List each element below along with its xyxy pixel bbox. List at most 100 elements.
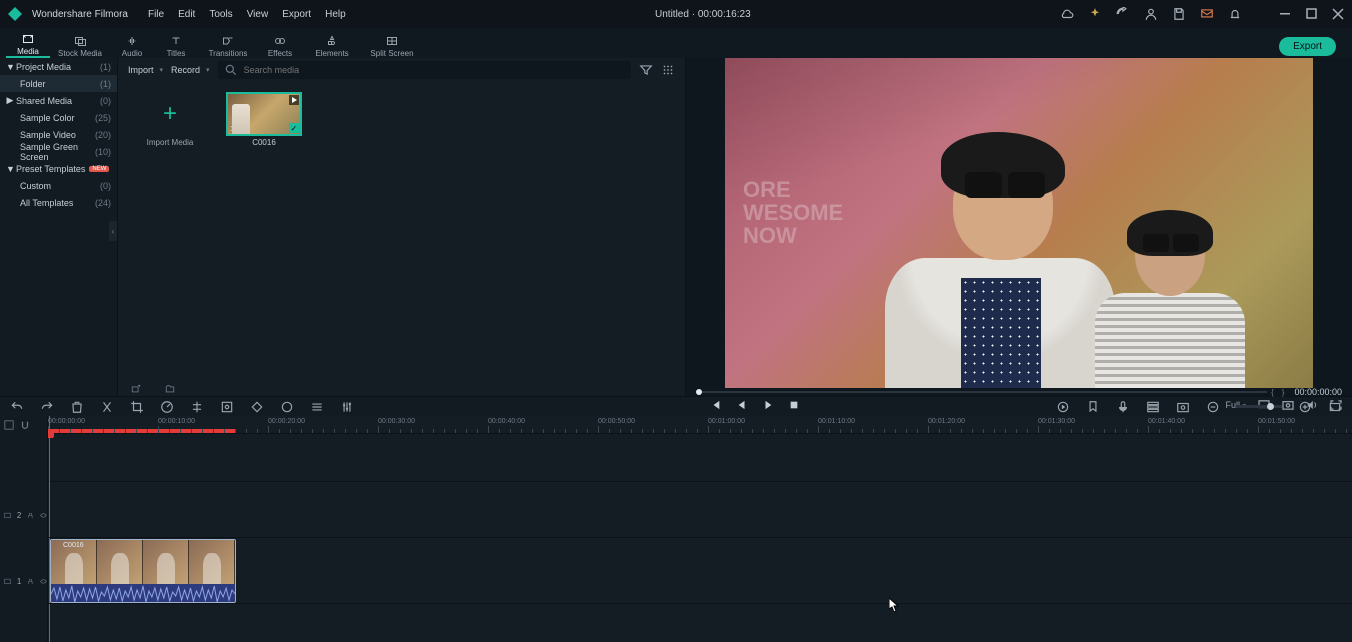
eye-icon[interactable] bbox=[40, 578, 47, 585]
mask-icon[interactable] bbox=[280, 400, 294, 414]
tab-elements[interactable]: Elements bbox=[302, 28, 362, 58]
media-search-input[interactable] bbox=[244, 65, 625, 75]
media-search[interactable] bbox=[218, 61, 631, 79]
play-back-icon[interactable] bbox=[736, 400, 748, 410]
side-tree-item[interactable]: Folder(1) bbox=[0, 75, 117, 92]
record-dropdown[interactable]: Record▾ bbox=[171, 65, 210, 75]
tab-media[interactable]: Media bbox=[6, 28, 50, 58]
search-icon bbox=[224, 63, 238, 77]
chevron-down-icon: ▾ bbox=[160, 66, 164, 74]
preview-pane: ORE WESOME NOW { } 00:00:00:00 bbox=[686, 58, 1352, 396]
track-header-1[interactable]: 1 bbox=[0, 548, 47, 614]
eye-icon[interactable] bbox=[40, 512, 47, 519]
render-icon[interactable] bbox=[1056, 400, 1070, 414]
step-back-icon[interactable] bbox=[710, 400, 722, 410]
filter-icon[interactable] bbox=[639, 63, 653, 77]
keyframe-icon[interactable] bbox=[250, 400, 264, 414]
app-name: Wondershare Filmora bbox=[32, 9, 128, 20]
timeline-ruler[interactable]: 00:00:00:0000:00:10:0000:00:20:0000:00:3… bbox=[48, 416, 1352, 434]
side-tree-item[interactable]: All Templates(24) bbox=[0, 194, 117, 211]
tab-audio[interactable]: Audio bbox=[110, 28, 154, 58]
green-screen-icon[interactable] bbox=[220, 400, 234, 414]
timeline-options-icon[interactable] bbox=[4, 420, 14, 430]
collapse-sidepanel[interactable]: ‹ bbox=[109, 221, 117, 241]
refresh-icon[interactable] bbox=[1116, 7, 1130, 21]
menu-file[interactable]: File bbox=[148, 9, 164, 20]
ruler-label: 00:01:40:00 bbox=[1148, 418, 1185, 425]
timeline-track-headers: 2 1 bbox=[0, 416, 48, 642]
zoom-in-icon[interactable] bbox=[1298, 400, 1312, 414]
ai-sparkle-icon[interactable] bbox=[1088, 7, 1102, 21]
tab-stock-media[interactable]: Stock Media bbox=[50, 28, 110, 58]
zoom-slider-handle[interactable] bbox=[1267, 403, 1274, 410]
side-tree-item[interactable]: Sample Color(25) bbox=[0, 109, 117, 126]
window-minimize-icon[interactable] bbox=[1280, 8, 1292, 20]
track-header-2[interactable]: 2 bbox=[0, 482, 47, 548]
lock-icon[interactable] bbox=[27, 512, 34, 519]
side-tree-item[interactable]: ▶Shared Media(0) bbox=[0, 92, 117, 109]
side-tree-item[interactable]: ▼Preset TemplatesNEW bbox=[0, 160, 117, 177]
adjust-icon[interactable] bbox=[310, 400, 324, 414]
tab-effects[interactable]: Effects bbox=[258, 28, 302, 58]
import-media-tile[interactable]: + Import Media bbox=[132, 92, 208, 147]
track-film-icon bbox=[4, 512, 11, 519]
tab-titles[interactable]: Titles bbox=[154, 28, 198, 58]
marker-icon[interactable] bbox=[1086, 400, 1100, 414]
stop-icon[interactable] bbox=[788, 400, 800, 410]
message-icon[interactable] bbox=[1200, 7, 1214, 21]
lock-icon[interactable] bbox=[27, 578, 34, 585]
menu-view[interactable]: View bbox=[247, 9, 269, 20]
delete-icon[interactable] bbox=[70, 400, 84, 414]
scrubber-handle[interactable] bbox=[696, 389, 702, 395]
track-manager-icon[interactable] bbox=[1146, 400, 1160, 414]
split-icon[interactable] bbox=[100, 400, 114, 414]
menu-export[interactable]: Export bbox=[282, 9, 311, 20]
track-2[interactable] bbox=[48, 482, 1352, 538]
menu-tools[interactable]: Tools bbox=[209, 9, 232, 20]
zoom-fit-icon[interactable] bbox=[1328, 400, 1342, 414]
new-bin-icon[interactable] bbox=[130, 384, 142, 394]
tab-transitions[interactable]: Transitions bbox=[198, 28, 258, 58]
tab-split-screen[interactable]: Split Screen bbox=[362, 28, 422, 58]
side-tree-item[interactable]: Custom(0) bbox=[0, 177, 117, 194]
snapshot-icon[interactable] bbox=[1282, 400, 1294, 410]
zoom-slider[interactable] bbox=[1236, 405, 1282, 408]
magnet-icon[interactable] bbox=[20, 420, 30, 430]
track-1[interactable]: C0016 bbox=[48, 538, 1352, 604]
account-icon[interactable] bbox=[1144, 7, 1158, 21]
media-clip-tile[interactable]: 17s ✓ C0016 bbox=[226, 92, 302, 147]
timeline-tracks[interactable]: 00:00:00:0000:00:10:0000:00:20:0000:00:3… bbox=[48, 416, 1352, 642]
voice-icon[interactable] bbox=[1116, 400, 1130, 414]
bell-icon[interactable] bbox=[1228, 7, 1242, 21]
menu-edit[interactable]: Edit bbox=[178, 9, 195, 20]
side-tree-item[interactable]: Sample Video(20) bbox=[0, 126, 117, 143]
side-tree-item[interactable]: Sample Green Screen(10) bbox=[0, 143, 117, 160]
ruler-label: 00:01:50:00 bbox=[1258, 418, 1295, 425]
snapshot-tl-icon[interactable] bbox=[1176, 400, 1190, 414]
cloud-icon[interactable] bbox=[1060, 7, 1074, 21]
preview-video[interactable]: ORE WESOME NOW bbox=[725, 58, 1313, 388]
ruler-label: 00:00:30:00 bbox=[378, 418, 415, 425]
zoom-out-icon[interactable] bbox=[1206, 400, 1220, 414]
media-panel: Import▾ Record▾ + Import Media 17s ✓ bbox=[118, 58, 686, 396]
grid-view-icon[interactable] bbox=[661, 63, 675, 77]
audio-mixer-icon[interactable] bbox=[340, 400, 354, 414]
undo-icon[interactable] bbox=[10, 400, 24, 414]
clip-waveform bbox=[51, 584, 235, 603]
redo-icon[interactable] bbox=[40, 400, 54, 414]
preview-scrubber[interactable] bbox=[696, 391, 1267, 393]
window-maximize-icon[interactable] bbox=[1306, 8, 1318, 20]
color-icon[interactable] bbox=[190, 400, 204, 414]
side-tree-item[interactable]: ▼Project Media(1) bbox=[0, 58, 117, 75]
import-dropdown[interactable]: Import▾ bbox=[128, 65, 163, 75]
menu-help[interactable]: Help bbox=[325, 9, 346, 20]
window-close-icon[interactable] bbox=[1332, 8, 1344, 20]
play-icon[interactable] bbox=[762, 400, 774, 410]
folder-icon[interactable] bbox=[164, 384, 176, 394]
speed-icon[interactable] bbox=[160, 400, 174, 414]
export-button[interactable]: Export bbox=[1279, 37, 1336, 56]
timeline-clip[interactable]: C0016 bbox=[50, 539, 236, 603]
play-overlay-icon[interactable] bbox=[289, 95, 299, 105]
save-icon[interactable] bbox=[1172, 7, 1186, 21]
crop-icon[interactable] bbox=[130, 400, 144, 414]
